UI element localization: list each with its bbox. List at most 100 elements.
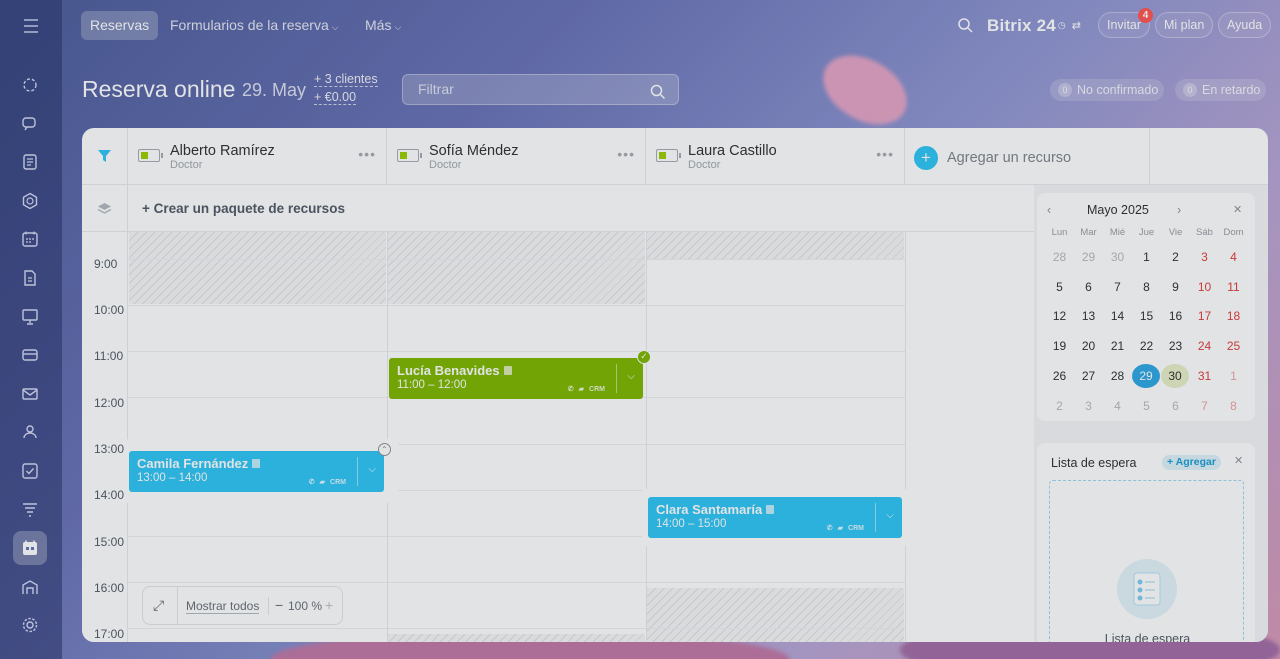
calendar-day[interactable]: 28	[1103, 364, 1132, 388]
calendar-day[interactable]: 30	[1103, 245, 1132, 269]
settings-icon[interactable]	[13, 608, 47, 642]
calendar-day[interactable]: 20	[1074, 334, 1103, 358]
calendar-day[interactable]: 16	[1161, 304, 1190, 328]
tab-reservas[interactable]: Reservas	[81, 11, 159, 40]
amount-total[interactable]: + €0.00	[314, 90, 357, 105]
calendar-day[interactable]: 19	[1045, 334, 1074, 358]
crm-icon[interactable]	[13, 184, 47, 218]
help-button[interactable]: Ayuda	[1218, 12, 1272, 38]
tab-formularios[interactable]: Formularios de la reserva ⌵	[170, 11, 339, 40]
calendar-day[interactable]: 29	[1074, 245, 1103, 269]
filter-icon[interactable]	[82, 128, 128, 185]
page-date: 29. May	[242, 80, 307, 100]
my-plan-button[interactable]: Mi plan	[1155, 12, 1214, 38]
booking-event[interactable]: Clara Santamaría 14:00 – 15:00 ✆ ▰ CRM ⌵	[648, 497, 902, 538]
resource-column[interactable]: Laura Castillo Doctor •••	[646, 128, 905, 185]
chevron-down-icon[interactable]: ⌵	[886, 510, 894, 521]
resource-column[interactable]: Alberto Ramírez Doctor •••	[128, 128, 387, 185]
calendar-day[interactable]: 30	[1161, 363, 1189, 388]
calendar-day[interactable]: 5	[1132, 394, 1161, 418]
switch-icon[interactable]: ⇄	[1072, 19, 1081, 32]
resource-column[interactable]: Sofía Méndez Doctor •••	[387, 128, 646, 185]
feed-icon[interactable]	[13, 68, 47, 102]
calendar-day[interactable]: 18	[1219, 304, 1248, 328]
calendar-day[interactable]: 31	[1190, 364, 1219, 388]
calendar-day[interactable]: 25	[1219, 334, 1248, 358]
tasks-icon[interactable]	[13, 454, 47, 488]
show-all-button[interactable]: Mostrar todos	[186, 599, 260, 614]
booking-event[interactable]: Camila Fernández 13:00 – 14:00 ✆ ▰ CRM ⌵	[129, 451, 384, 492]
calendar-day[interactable]: 22	[1132, 334, 1161, 358]
calendar-day[interactable]: 3	[1074, 394, 1103, 418]
create-package-button[interactable]: + Crear un paquete de recursos	[142, 201, 345, 216]
add-resource-button[interactable]: + Agregar un recurso	[914, 146, 1071, 170]
funnel-icon[interactable]	[13, 493, 47, 527]
contacts-icon[interactable]	[13, 415, 47, 449]
search-icon[interactable]	[958, 11, 973, 40]
calendar-day[interactable]: 11	[1219, 275, 1248, 299]
zoom-out-button[interactable]: −	[275, 597, 283, 613]
calendar-day[interactable]: 9	[1161, 275, 1190, 299]
expand-icon[interactable]: ⤢	[153, 597, 164, 614]
waitlist-add-button[interactable]: + Agregar	[1162, 455, 1221, 470]
tab-mas[interactable]: Más ⌵	[365, 11, 401, 40]
calendar-day[interactable]: 13	[1074, 304, 1103, 328]
calendar-day[interactable]: 4	[1103, 394, 1132, 418]
calendar-day[interactable]: 12	[1045, 304, 1074, 328]
unconfirmed-filter[interactable]: 0 No confirmado	[1050, 79, 1165, 101]
clients-count[interactable]: + 3 clientes	[314, 72, 378, 87]
calendar-day[interactable]: 28	[1045, 245, 1074, 269]
booking-icon[interactable]	[13, 531, 47, 566]
chat-icon[interactable]	[13, 107, 47, 141]
calendar-day[interactable]: 23	[1161, 334, 1190, 358]
calendar-day[interactable]: 1	[1132, 245, 1161, 269]
calendar-day[interactable]: 1	[1219, 364, 1248, 388]
payment-icon[interactable]	[13, 338, 47, 372]
waitlist-dropzone[interactable]: Lista de espera	[1049, 480, 1244, 642]
calendar-day[interactable]: 29	[1132, 363, 1160, 388]
calendar-day[interactable]: 6	[1074, 275, 1103, 299]
chevron-down-icon[interactable]: ⌵	[368, 464, 376, 475]
collapse-icon[interactable]: ✕	[1233, 203, 1242, 216]
more-icon[interactable]: •••	[876, 146, 894, 162]
calendar-day[interactable]: 4	[1219, 245, 1248, 269]
late-filter[interactable]: 0 En retardo	[1175, 79, 1267, 101]
store-icon[interactable]	[13, 570, 47, 604]
presentation-icon[interactable]	[13, 300, 47, 334]
calendar-day[interactable]: 7	[1103, 275, 1132, 299]
calendar-day[interactable]: 10	[1190, 275, 1219, 299]
calendar-day[interactable]: 24	[1190, 334, 1219, 358]
more-icon[interactable]: •••	[358, 146, 376, 162]
documents-icon[interactable]	[13, 145, 47, 179]
calendar-icon[interactable]	[13, 222, 47, 256]
chevron-down-icon[interactable]: ⌵	[627, 371, 635, 382]
chevron-left-icon[interactable]: ‹	[1047, 203, 1051, 217]
chevron-right-icon[interactable]: ›	[1177, 203, 1181, 217]
booking-event[interactable]: Lucía Benavides 11:00 – 12:00 ✆ ▰ CRM ⌵	[389, 358, 643, 399]
calendar-day[interactable]: 5	[1045, 275, 1074, 299]
collapse-icon[interactable]: ✕	[1234, 454, 1243, 467]
filter-input[interactable]: Filtrar	[402, 74, 679, 105]
calendar-day[interactable]: 7	[1190, 394, 1219, 418]
search-icon[interactable]	[650, 81, 666, 110]
mail-icon[interactable]	[13, 377, 47, 411]
calendar-day[interactable]: 2	[1161, 245, 1190, 269]
schedule-grid[interactable]	[128, 232, 906, 642]
zoom-in-button[interactable]: +	[325, 597, 333, 613]
calendar-day[interactable]: 3	[1190, 245, 1219, 269]
calendar-day[interactable]: 17	[1190, 304, 1219, 328]
file-icon[interactable]	[13, 261, 47, 295]
calendar-day[interactable]: 15	[1132, 304, 1161, 328]
status-icon[interactable]: ⌃	[378, 443, 391, 456]
calendar-day[interactable]: 26	[1045, 364, 1074, 388]
calendar-day[interactable]: 14	[1103, 304, 1132, 328]
resources-header: Alberto Ramírez Doctor ••• Sofía Méndez …	[82, 128, 1268, 185]
calendar-day[interactable]: 27	[1074, 364, 1103, 388]
calendar-day[interactable]: 8	[1132, 275, 1161, 299]
calendar-day[interactable]: 6	[1161, 394, 1190, 418]
calendar-day[interactable]: 2	[1045, 394, 1074, 418]
calendar-day[interactable]: 8	[1219, 394, 1248, 418]
calendar-day[interactable]: 21	[1103, 334, 1132, 358]
more-icon[interactable]: •••	[617, 146, 635, 162]
menu-icon[interactable]	[0, 0, 62, 52]
